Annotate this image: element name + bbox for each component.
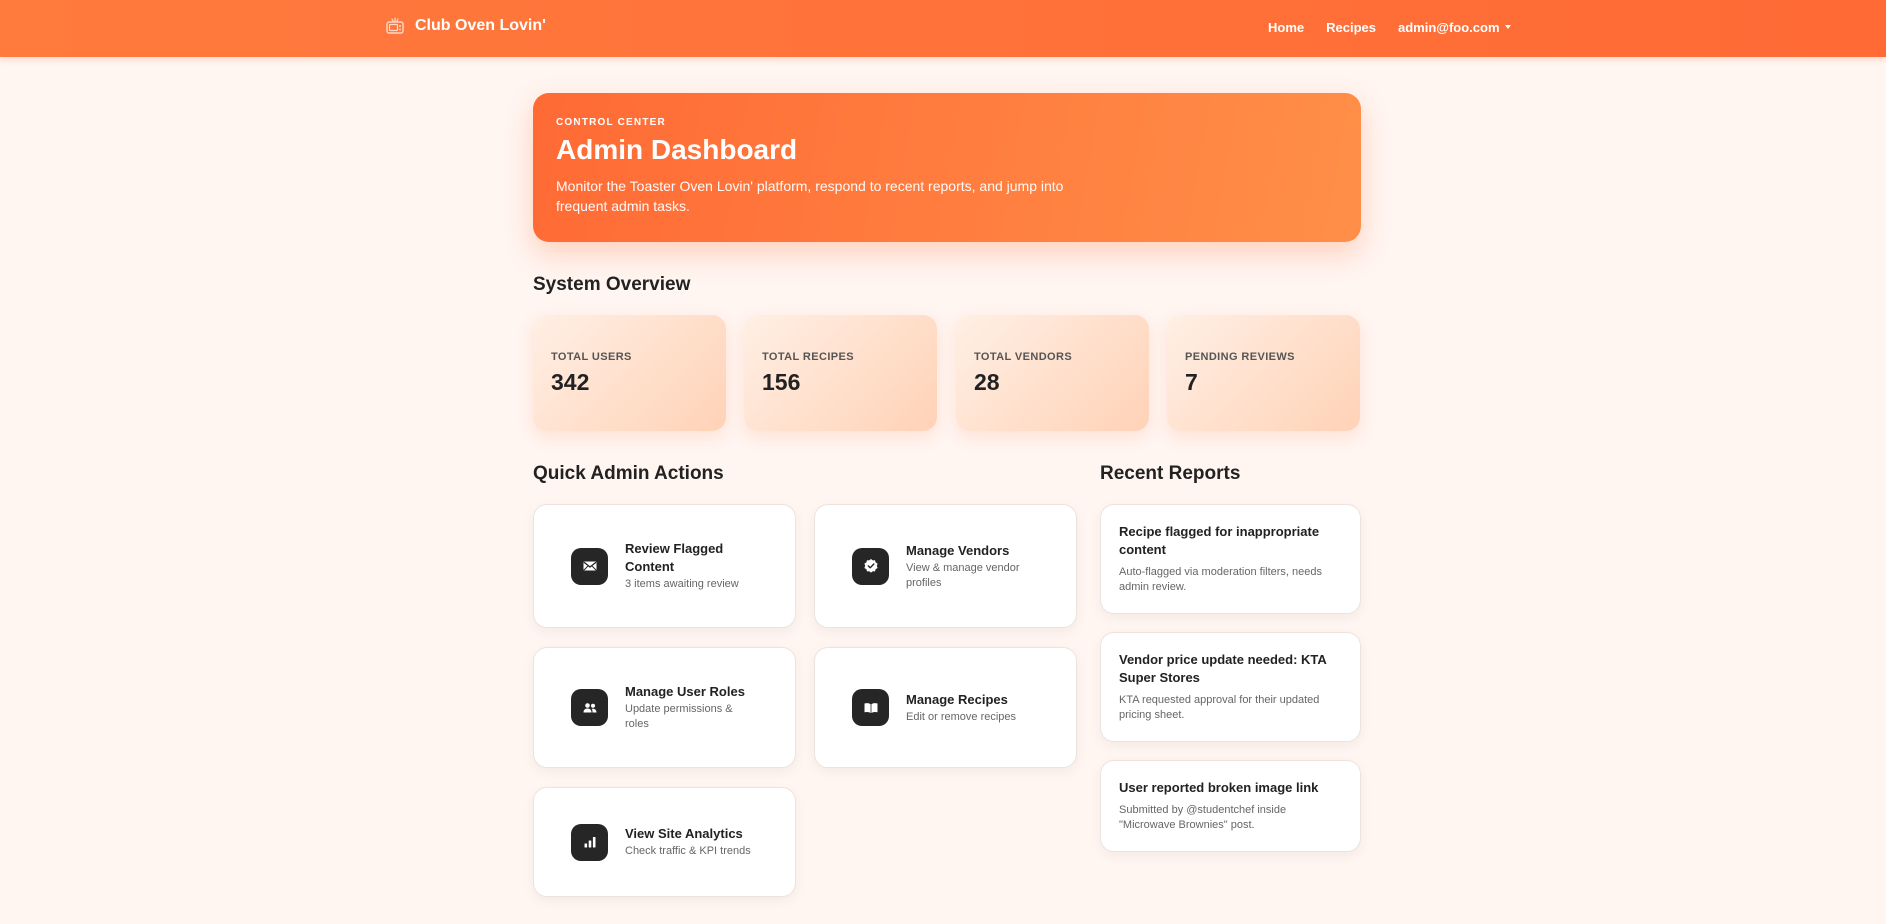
report-title: Recipe flagged for inappropriate content [1119, 524, 1320, 557]
page-title: Admin Dashboard [556, 134, 798, 165]
review-flagged-content-button[interactable]: Review Flagged Content 3 items awaiting … [533, 504, 796, 628]
stat-value: 7 [1185, 369, 1198, 395]
hero-banner: CONTROL CENTER Admin Dashboard Monitor t… [533, 93, 1361, 242]
brand-name: Club Oven Lovin' [415, 17, 546, 34]
nav-recipes-link[interactable]: Recipes [1326, 20, 1376, 35]
action-subtitle: Edit or remove recipes [906, 710, 1017, 723]
stat-label: TOTAL RECIPES [762, 351, 854, 363]
report-card[interactable]: Vendor price update needed: KTA Super St… [1100, 632, 1361, 742]
nav-home-link[interactable]: Home [1268, 20, 1304, 35]
badge-check-icon [852, 547, 889, 585]
report-description: KTA requested approval for their updated… [1119, 694, 1320, 721]
action-subtitle: 3 items awaiting review [625, 578, 739, 590]
stat-card-pending-reviews: PENDING REVIEWS 7 [1167, 315, 1360, 431]
user-menu-dropdown[interactable]: admin@foo.com [1398, 20, 1511, 35]
user-email: admin@foo.com [1398, 19, 1500, 35]
top-navbar: Club Oven Lovin' Home Recipes admin@foo.… [0, 0, 1886, 57]
report-title: User reported broken image link [1119, 780, 1319, 795]
action-title: Manage Vendors [906, 542, 1010, 558]
action-title: Manage Recipes [906, 691, 1008, 707]
action-subtitle: View & manage vendor profiles [906, 561, 1020, 589]
system-overview-heading: System Overview [533, 274, 691, 295]
stat-card-total-recipes: TOTAL RECIPES 156 [744, 315, 937, 431]
stat-label: TOTAL VENDORS [974, 351, 1073, 363]
stat-card-total-vendors: TOTAL VENDORS 28 [956, 315, 1149, 431]
stat-value: 156 [762, 369, 801, 395]
book-icon [852, 689, 889, 726]
stat-value: 28 [974, 369, 1000, 395]
hero-description: Monitor the Toaster Oven Lovin' platform… [556, 178, 1064, 214]
action-subtitle: Update permissions & roles [625, 703, 733, 730]
quick-actions-heading: Quick Admin Actions [533, 463, 724, 484]
hero-eyebrow: CONTROL CENTER [556, 117, 666, 128]
report-title: Vendor price update needed: KTA Super St… [1119, 652, 1327, 685]
stat-label: PENDING REVIEWS [1185, 351, 1295, 363]
nav-links: Home Recipes admin@foo.com [1268, 16, 1511, 38]
envelope-icon [571, 547, 608, 585]
stat-label: TOTAL USERS [551, 351, 632, 363]
stat-card-total-users: TOTAL USERS 342 [533, 315, 726, 431]
action-title: Review Flagged Content [625, 541, 724, 574]
report-description: Submitted by @studentchef inside "Microw… [1119, 804, 1287, 831]
action-title: View Site Analytics [625, 826, 743, 841]
bar-chart-icon [571, 823, 608, 861]
report-card[interactable]: Recipe flagged for inappropriate content… [1100, 504, 1361, 614]
caret-down-icon [1504, 25, 1511, 29]
manage-recipes-button[interactable]: Manage Recipes Edit or remove recipes [814, 647, 1077, 768]
manage-user-roles-button[interactable]: Manage User Roles Update permissions & r… [533, 647, 796, 768]
brand-link[interactable]: Club Oven Lovin' [385, 15, 546, 37]
users-icon [571, 689, 608, 726]
toaster-oven-icon [385, 17, 405, 35]
recent-reports-heading: Recent Reports [1100, 463, 1241, 484]
manage-vendors-button[interactable]: Manage Vendors View & manage vendor prof… [814, 504, 1077, 628]
action-subtitle: Check traffic & KPI trends [625, 845, 751, 857]
view-site-analytics-button[interactable]: View Site Analytics Check traffic & KPI … [533, 787, 796, 897]
report-description: Auto-flagged via moderation filters, nee… [1119, 566, 1323, 593]
stat-value: 342 [551, 369, 590, 395]
report-card[interactable]: User reported broken image link Submitte… [1100, 760, 1361, 852]
action-title: Manage User Roles [625, 684, 745, 699]
